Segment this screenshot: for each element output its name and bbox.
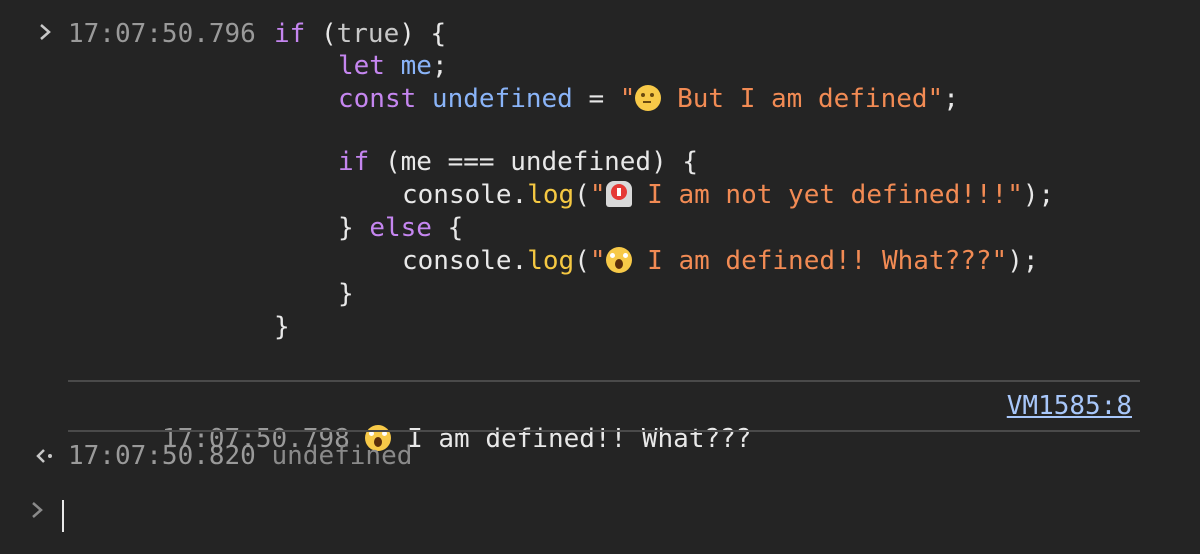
code-token: let <box>338 51 401 81</box>
code-token: log <box>527 180 575 210</box>
code-line: console.log(" I am not yet defined!!!"); <box>402 179 1054 212</box>
code-token: me <box>400 51 432 81</box>
thinking-face-icon <box>635 85 662 111</box>
code-token: But I am defined" <box>661 84 944 114</box>
code-token: undefined <box>431 84 573 114</box>
code-token: ); <box>1022 180 1055 210</box>
code-token: = <box>572 84 620 114</box>
code-token: console. <box>402 246 528 276</box>
devtools-console: 17:07:50.796 if (true) {let me; const und… <box>0 0 1200 554</box>
code-token: " <box>619 84 636 114</box>
code-line: if (true) { <box>274 18 446 51</box>
code-token: log <box>527 246 575 276</box>
code-token: ( <box>574 180 590 210</box>
code-token: if <box>338 147 385 177</box>
return-arrow-icon <box>30 444 60 474</box>
return-value: undefined <box>271 441 413 471</box>
console-log-entry: 17:07:50.798 I am defined!! What??? VM15… <box>68 382 1140 454</box>
code-token: } <box>338 279 354 309</box>
code-token: " <box>589 246 606 276</box>
code-token: I am not yet defined!!!" <box>631 180 1023 210</box>
code-token: { <box>447 213 464 243</box>
code-token: const <box>338 84 432 114</box>
chevron-right-icon <box>28 498 48 528</box>
code-token: ; <box>943 84 959 114</box>
code-token: ; <box>431 51 448 81</box>
siren-light-icon <box>605 181 632 207</box>
code-token: ( <box>574 246 590 276</box>
code-line: console.log(" I am defined!! What???"); <box>402 245 1039 278</box>
code-token: if <box>274 19 321 49</box>
code-token: } <box>274 312 290 342</box>
code-token: ) { <box>399 19 447 49</box>
code-token: } <box>338 213 370 243</box>
code-token: else <box>369 213 448 243</box>
log-source-link[interactable]: VM1585:8 <box>1007 390 1132 423</box>
code-line: } else { <box>338 212 463 245</box>
code-token: " <box>589 180 606 210</box>
code-token: ); <box>1007 246 1039 276</box>
code-line: if (me === undefined) { <box>338 146 698 179</box>
console-prompt-input[interactable] <box>62 500 64 532</box>
return-timestamp: 17:07:50.820 undefined <box>68 441 413 471</box>
code-line: const undefined = " But I am defined"; <box>338 83 959 116</box>
code-token: (me === undefined) { <box>384 147 699 177</box>
input-timestamp: 17:07:50.796 <box>68 19 256 49</box>
log-message: I am defined!! What??? <box>391 424 752 454</box>
divider <box>68 430 1140 432</box>
code-token: I am defined!! What???" <box>631 246 1008 276</box>
code-line: let me; <box>338 50 448 83</box>
code-token: console. <box>402 180 528 210</box>
screaming-face-icon <box>605 247 632 273</box>
code-line: } <box>274 311 290 344</box>
chevron-right-icon <box>30 20 60 50</box>
code-token: true <box>336 19 400 49</box>
code-line: } <box>338 278 354 311</box>
code-token: ( <box>320 19 337 49</box>
